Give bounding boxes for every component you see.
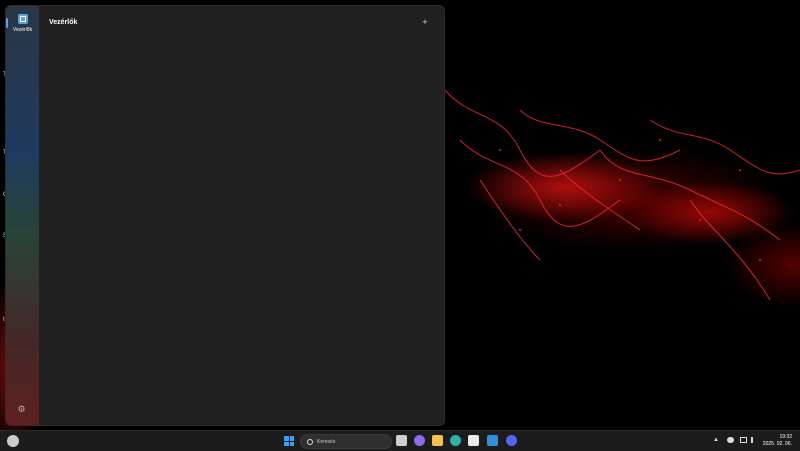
start-button[interactable] bbox=[284, 436, 294, 446]
add-widget-button[interactable]: + bbox=[420, 17, 430, 27]
copilot-icon[interactable] bbox=[414, 435, 425, 446]
edge-icon[interactable] bbox=[450, 435, 461, 446]
search-placeholder: Keresés bbox=[317, 438, 336, 445]
search-icon bbox=[307, 438, 313, 445]
panel-title: Vezérlők bbox=[49, 19, 78, 26]
taskbar: Keresés ▲ 19:32 2025. 02. 06. bbox=[0, 430, 800, 451]
rail-item-label: Vezérlők bbox=[12, 27, 33, 33]
chevron-up-icon[interactable]: ▲ bbox=[713, 437, 719, 443]
widgets-panel: Vezérlők ⚙ Vezérlők + bbox=[5, 5, 445, 426]
settings-icon[interactable]: ⚙ bbox=[17, 405, 26, 414]
search-box[interactable]: Keresés bbox=[300, 434, 392, 449]
store-icon[interactable] bbox=[468, 435, 479, 446]
cloud-icon[interactable] bbox=[727, 437, 734, 443]
clock[interactable]: 19:32 2025. 02. 06. bbox=[763, 434, 792, 448]
widgets-taskbar-icon[interactable] bbox=[7, 435, 19, 447]
volume-icon[interactable] bbox=[751, 437, 758, 443]
file-explorer-icon[interactable] bbox=[432, 435, 443, 446]
rail-item-widgets[interactable]: Vezérlők bbox=[6, 12, 39, 40]
network-icon[interactable] bbox=[740, 437, 747, 443]
widgets-nav-rail bbox=[6, 6, 39, 425]
widgets-board bbox=[39, 36, 444, 425]
task-view-icon[interactable] bbox=[396, 435, 407, 446]
clock-time: 19:32 bbox=[779, 434, 792, 440]
widgets-icon bbox=[17, 14, 28, 24]
discord-icon[interactable] bbox=[506, 435, 517, 446]
clock-date: 2025. 02. 06. bbox=[762, 441, 792, 447]
windows-logo-icon bbox=[284, 436, 289, 441]
photos-icon[interactable] bbox=[487, 435, 498, 446]
